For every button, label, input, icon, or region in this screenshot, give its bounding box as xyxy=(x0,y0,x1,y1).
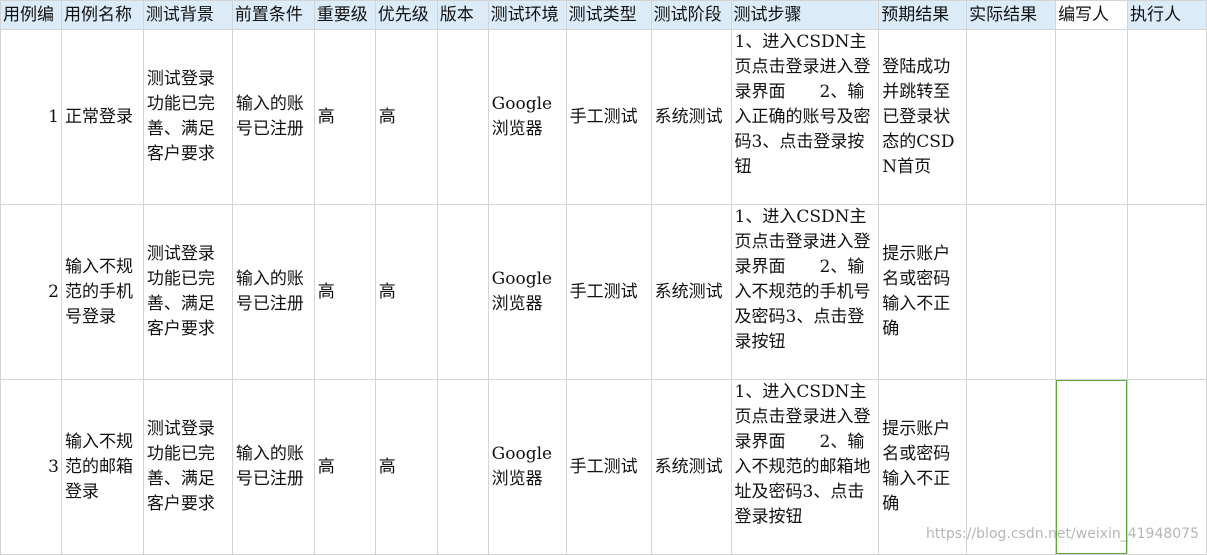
header-cell-test-type[interactable]: 测试类型 xyxy=(565,0,652,30)
cell-importance[interactable]: 高 xyxy=(313,29,376,205)
cell-expected[interactable]: 提示账户名或密码输入不正确 xyxy=(878,204,968,380)
header-cell-case-id[interactable]: 用例编 xyxy=(0,0,62,30)
cell-importance[interactable]: 高 xyxy=(313,379,376,555)
cell-expected[interactable]: 登陆成功并跳转至已登录状态的CSDN首页 xyxy=(878,29,968,205)
header-cell-priority[interactable]: 优先级 xyxy=(374,0,438,30)
cell-selection-border xyxy=(1056,380,1127,554)
cell-author[interactable] xyxy=(1055,204,1128,380)
table-row: 3 输入不规范的邮箱登录 测试登录功能已完善、满足客户要求 输入的账号已注册 高… xyxy=(0,379,1207,555)
cell-case-id[interactable]: 2 xyxy=(0,204,62,380)
cell-stage[interactable]: 系统测试 xyxy=(650,379,732,555)
cell-priority[interactable]: 高 xyxy=(374,204,438,380)
cell-background[interactable]: 测试登录功能已完善、满足客户要求 xyxy=(142,379,233,555)
cell-precondition[interactable]: 输入的账号已注册 xyxy=(231,379,315,555)
cell-steps[interactable]: 1、进入CSDN主页点击登录进入登录界面 2、输入不规范的邮箱地址及密码3、点击… xyxy=(730,379,880,555)
cell-actual[interactable] xyxy=(966,204,1057,380)
cell-case-id[interactable]: 1 xyxy=(0,29,62,205)
cell-test-type[interactable]: 手工测试 xyxy=(565,29,652,205)
header-cell-precondition[interactable]: 前置条件 xyxy=(231,0,315,30)
cell-executor[interactable] xyxy=(1126,29,1207,205)
cell-background[interactable]: 测试登录功能已完善、满足客户要求 xyxy=(142,29,233,205)
cell-case-name[interactable]: 输入不规范的手机号登录 xyxy=(60,204,144,380)
cell-steps[interactable]: 1、进入CSDN主页点击登录进入登录界面 2、输入正确的账号及密码3、点击登录按… xyxy=(730,29,880,205)
table-row: 2 输入不规范的手机号登录 测试登录功能已完善、满足客户要求 输入的账号已注册 … xyxy=(0,204,1207,380)
header-cell-executor[interactable]: 执行人 xyxy=(1126,0,1207,30)
cell-expected[interactable]: 提示账户名或密码输入不正确 xyxy=(878,379,968,555)
cell-version[interactable] xyxy=(436,204,489,380)
cell-actual[interactable] xyxy=(966,379,1057,555)
header-cell-environment[interactable]: 测试环境 xyxy=(487,0,567,30)
cell-importance[interactable]: 高 xyxy=(313,204,376,380)
header-cell-case-name[interactable]: 用例名称 xyxy=(60,0,144,30)
cell-background[interactable]: 测试登录功能已完善、满足客户要求 xyxy=(142,204,233,380)
spreadsheet-grid: 用例编 用例名称 测试背景 前置条件 重要级 优先级 版本 测试环境 测试类型 … xyxy=(0,0,1207,555)
cell-actual[interactable] xyxy=(966,29,1057,205)
cell-steps[interactable]: 1、进入CSDN主页点击登录进入登录界面 2、输入不规范的手机号及密码3、点击登… xyxy=(730,204,880,380)
header-cell-steps[interactable]: 测试步骤 xyxy=(730,0,880,30)
cell-precondition[interactable]: 输入的账号已注册 xyxy=(231,29,315,205)
cell-stage[interactable]: 系统测试 xyxy=(650,29,732,205)
cell-case-id[interactable]: 3 xyxy=(0,379,62,555)
table-row: 1 正常登录 测试登录功能已完善、满足客户要求 输入的账号已注册 高 高 Goo… xyxy=(0,29,1207,205)
cell-version[interactable] xyxy=(436,379,489,555)
cell-test-type[interactable]: 手工测试 xyxy=(565,204,652,380)
header-cell-author[interactable]: 编写人 xyxy=(1055,0,1128,30)
cell-priority[interactable]: 高 xyxy=(374,379,438,555)
cell-author[interactable] xyxy=(1055,29,1128,205)
header-cell-expected[interactable]: 预期结果 xyxy=(878,0,968,30)
cell-environment[interactable]: Google浏览器 xyxy=(487,379,567,555)
cell-case-name[interactable]: 正常登录 xyxy=(60,29,144,205)
cell-case-name[interactable]: 输入不规范的邮箱登录 xyxy=(60,379,144,555)
header-cell-actual[interactable]: 实际结果 xyxy=(966,0,1057,30)
header-cell-version[interactable]: 版本 xyxy=(436,0,489,30)
cell-stage[interactable]: 系统测试 xyxy=(650,204,732,380)
header-row: 用例编 用例名称 测试背景 前置条件 重要级 优先级 版本 测试环境 测试类型 … xyxy=(0,0,1207,30)
cell-executor[interactable] xyxy=(1126,204,1207,380)
header-cell-importance[interactable]: 重要级 xyxy=(313,0,376,30)
header-cell-background[interactable]: 测试背景 xyxy=(142,0,233,30)
cell-version[interactable] xyxy=(436,29,489,205)
selected-cell-author[interactable] xyxy=(1055,379,1128,555)
cell-environment[interactable]: Google浏览器 xyxy=(487,204,567,380)
cell-test-type[interactable]: 手工测试 xyxy=(565,379,652,555)
cell-environment[interactable]: Google浏览器 xyxy=(487,29,567,205)
cell-precondition[interactable]: 输入的账号已注册 xyxy=(231,204,315,380)
cell-executor[interactable] xyxy=(1126,379,1207,555)
header-cell-stage[interactable]: 测试阶段 xyxy=(650,0,732,30)
cell-priority[interactable]: 高 xyxy=(374,29,438,205)
